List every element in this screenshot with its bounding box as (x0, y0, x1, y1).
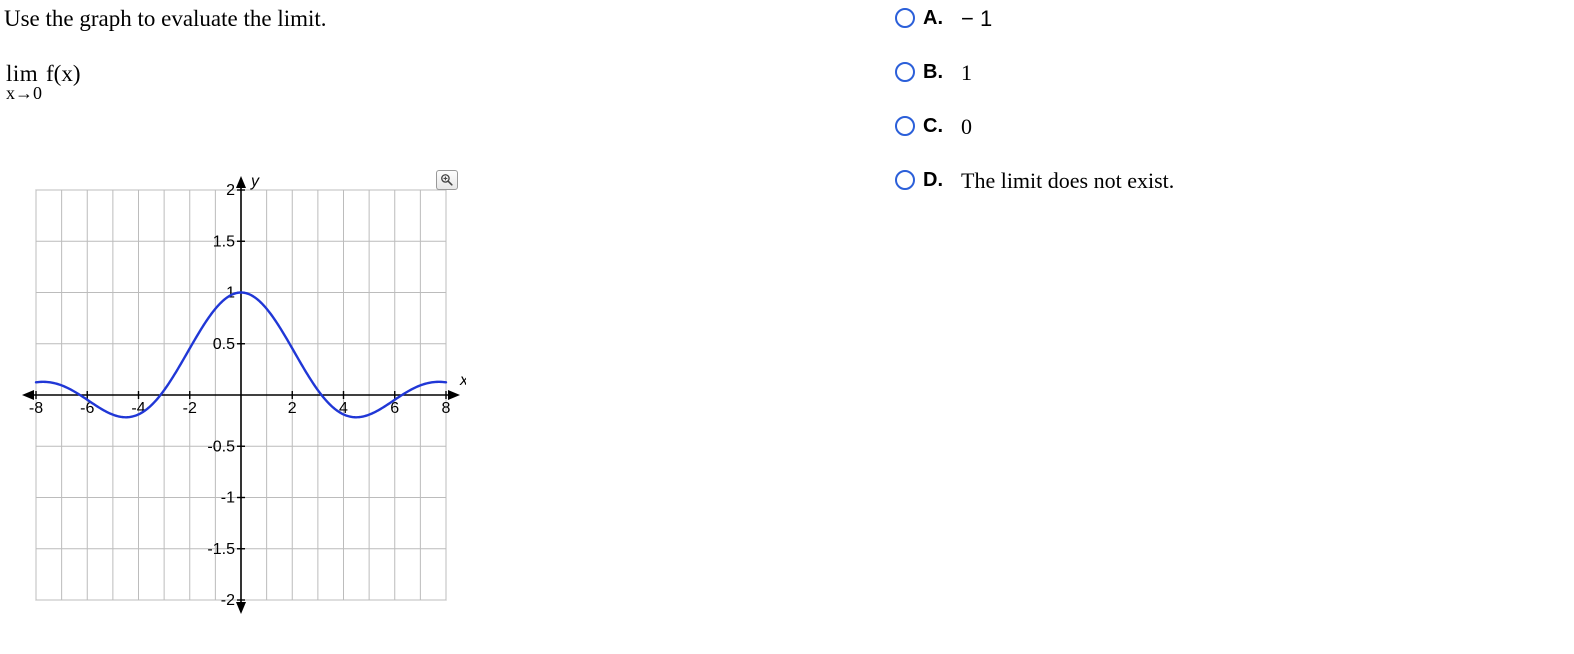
option-c[interactable]: C. 0 (895, 114, 1555, 140)
svg-text:2: 2 (288, 400, 297, 417)
svg-text:0.5: 0.5 (213, 336, 235, 353)
option-letter: A. (923, 7, 953, 30)
option-letter: D. (923, 169, 953, 192)
graph-plot: -8-6-4-22468-2-1.5-1-0.50.511.52xy (16, 170, 466, 620)
magnifier-icon (440, 167, 454, 193)
svg-text:-1: -1 (221, 490, 235, 507)
limit-fx: f(x) (46, 62, 80, 85)
option-text: The limit does not exist. (961, 168, 1174, 194)
option-text: 1 (961, 60, 972, 86)
limit-sub: x→0 (6, 84, 42, 102)
graph-container: -8-6-4-22468-2-1.5-1-0.50.511.52xy (16, 170, 466, 620)
option-d[interactable]: D. The limit does not exist. (895, 168, 1555, 194)
radio-icon (895, 116, 915, 136)
svg-text:8: 8 (442, 400, 451, 417)
radio-icon (895, 62, 915, 82)
svg-text:1.5: 1.5 (213, 233, 235, 250)
svg-text:-1.5: -1.5 (207, 541, 235, 558)
limit-expression: lim x→0 f(x) (6, 62, 880, 112)
option-text: 0 (961, 114, 972, 140)
option-text: − 1 (961, 6, 992, 32)
svg-text:y: y (250, 173, 260, 190)
svg-text:x: x (459, 372, 466, 389)
option-a[interactable]: A. − 1 (895, 6, 1555, 32)
svg-text:-2: -2 (221, 592, 235, 609)
svg-text:2: 2 (226, 182, 235, 199)
option-letter: B. (923, 61, 953, 84)
question-prompt: Use the graph to evaluate the limit. (4, 6, 880, 32)
svg-text:-0.5: -0.5 (207, 438, 235, 455)
svg-text:-2: -2 (183, 400, 197, 417)
radio-icon (895, 170, 915, 190)
radio-icon (895, 8, 915, 28)
option-letter: C. (923, 115, 953, 138)
svg-text:-8: -8 (29, 400, 43, 417)
option-b[interactable]: B. 1 (895, 60, 1555, 86)
zoom-button[interactable] (436, 170, 458, 190)
answer-options: A. − 1 B. 1 C. 0 D. The limit does not e… (895, 6, 1555, 222)
